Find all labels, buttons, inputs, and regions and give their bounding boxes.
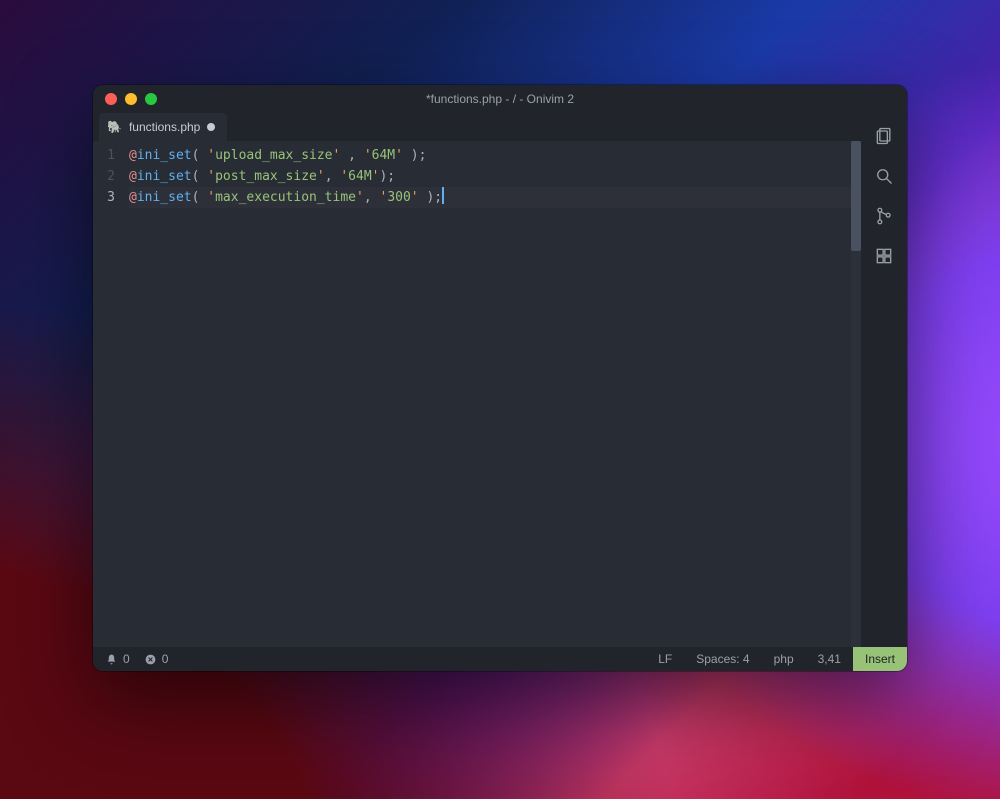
status-bar: 0 0 LF Spaces: 4 php 3,41 Insert <box>93 647 907 671</box>
tab-dirty-indicator <box>207 123 215 131</box>
editor-window: *functions.php - / - Onivim 2 🐘 function… <box>93 85 907 671</box>
titlebar[interactable]: *functions.php - / - Onivim 2 <box>93 85 907 113</box>
git-icon[interactable] <box>873 205 895 227</box>
extensions-icon[interactable] <box>873 245 895 267</box>
close-window-button[interactable] <box>105 93 117 105</box>
code-line[interactable]: @ini_set( 'post_max_size', '64M'); <box>129 166 861 187</box>
code-area[interactable]: @ini_set( 'upload_max_size' , '64M' );@i… <box>123 141 861 647</box>
status-eol[interactable]: LF <box>646 647 684 671</box>
error-icon <box>144 653 157 666</box>
search-icon[interactable] <box>873 165 895 187</box>
status-errors[interactable]: 0 <box>144 652 169 666</box>
line-number: 2 <box>93 166 123 187</box>
tab-bar: 🐘 functions.php <box>93 113 861 141</box>
files-icon[interactable] <box>873 125 895 147</box>
editor[interactable]: 123 @ini_set( 'upload_max_size' , '64M' … <box>93 141 861 647</box>
bell-icon <box>105 653 118 666</box>
tab-functions-php[interactable]: 🐘 functions.php <box>99 113 227 141</box>
line-number-gutter: 123 <box>93 141 123 647</box>
status-language[interactable]: php <box>762 647 806 671</box>
traffic-lights <box>105 93 157 105</box>
code-line[interactable]: @ini_set( 'upload_max_size' , '64M' ); <box>129 145 861 166</box>
php-icon: 🐘 <box>107 121 122 133</box>
status-notifications[interactable]: 0 <box>105 652 130 666</box>
status-position[interactable]: 3,41 <box>806 647 853 671</box>
code-line[interactable]: @ini_set( 'max_execution_time', '300' ); <box>129 187 861 208</box>
line-number: 3 <box>93 187 123 208</box>
text-cursor <box>442 187 444 204</box>
scrollbar-thumb[interactable] <box>851 141 861 251</box>
status-mode[interactable]: Insert <box>853 647 907 671</box>
status-indent[interactable]: Spaces: 4 <box>684 647 761 671</box>
minimize-window-button[interactable] <box>125 93 137 105</box>
zoom-window-button[interactable] <box>145 93 157 105</box>
tab-label: functions.php <box>129 120 200 134</box>
window-title: *functions.php - / - Onivim 2 <box>426 92 574 106</box>
vertical-scrollbar[interactable] <box>851 141 861 647</box>
line-number: 1 <box>93 145 123 166</box>
activity-bar <box>861 113 907 647</box>
